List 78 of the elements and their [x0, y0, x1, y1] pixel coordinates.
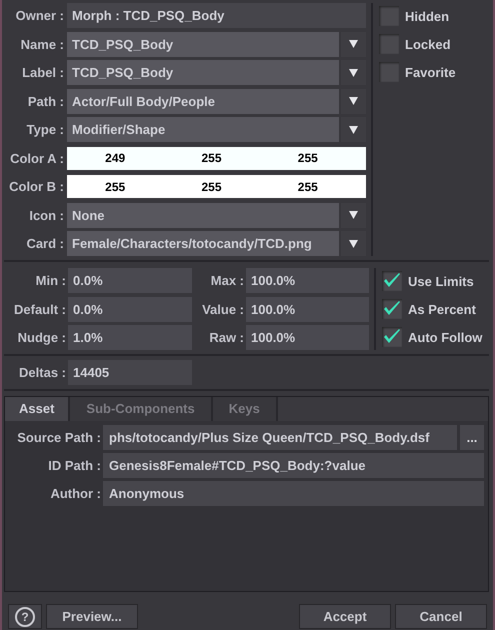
- field-label: Owner :: [14, 7, 64, 25]
- text-field[interactable]: phs/totocandy/Plus Size Queen/TCD_PSQ_Body.dsf: [103, 425, 457, 450]
- color-field[interactable]: 249 255 255: [67, 146, 366, 170]
- color-value: 255: [105, 180, 126, 194]
- checkbox[interactable]: [382, 299, 402, 319]
- check-icon: [383, 301, 401, 317]
- help-button[interactable]: ?: [8, 604, 42, 629]
- field-label: Label :: [21, 64, 64, 82]
- checkbox-label: Use Limits: [408, 274, 474, 288]
- dropdown-button[interactable]: [341, 117, 366, 142]
- caret-icon: [349, 40, 358, 48]
- deltas-field: 14405: [68, 360, 192, 385]
- field-label: Color A :: [9, 150, 64, 168]
- checkbox-label: Favorite: [405, 64, 456, 80]
- field-label: Min :: [34, 272, 66, 290]
- field-label: Default :: [13, 300, 66, 318]
- field-label: ID Path :: [47, 457, 101, 475]
- color-value: 249: [105, 151, 126, 165]
- checkbox[interactable]: [379, 62, 399, 82]
- check-icon: [383, 273, 401, 289]
- number-field[interactable]: 100.0%: [246, 296, 369, 322]
- field-label: Name :: [20, 36, 64, 54]
- checkbox[interactable]: [379, 34, 399, 54]
- dropdown-field[interactable]: TCD_PSQ_Body: [67, 60, 339, 85]
- number-field[interactable]: 1.0%: [68, 325, 192, 350]
- checkbox-label: As Percent: [408, 302, 476, 316]
- field-label: Deltas :: [18, 364, 66, 382]
- color-field[interactable]: 255 255 255: [67, 175, 366, 198]
- dropdown-button[interactable]: [341, 60, 366, 85]
- browse-button[interactable]: ...: [460, 425, 484, 450]
- field-label: Card :: [25, 235, 64, 253]
- checkbox[interactable]: [379, 6, 399, 26]
- caret-icon: [349, 126, 358, 134]
- checkbox[interactable]: [382, 271, 402, 291]
- field-label: Max :: [210, 272, 244, 290]
- check-icon: [383, 329, 401, 345]
- field-label: Nudge :: [16, 329, 66, 347]
- field-label: Author :: [49, 485, 101, 503]
- field-label: Icon :: [28, 206, 64, 224]
- text-field[interactable]: Genesis8Female#TCD_PSQ_Body:?value: [103, 453, 484, 478]
- color-value: 255: [298, 151, 318, 165]
- field-label: Color B :: [8, 178, 64, 196]
- dropdown-field[interactable]: Actor/Full Body/People: [67, 88, 339, 114]
- field-label: Value :: [201, 300, 244, 318]
- caret-icon: [349, 68, 358, 76]
- checkbox[interactable]: [382, 327, 402, 347]
- field-label: Raw :: [208, 329, 244, 347]
- dropdown-field[interactable]: Female/Characters/totocandy/TCD.png: [67, 231, 339, 256]
- number-field[interactable]: 100.0%: [246, 325, 369, 350]
- dropdown-button[interactable]: [341, 202, 366, 228]
- dropdown-button[interactable]: [341, 32, 366, 56]
- caret-icon: [349, 97, 358, 105]
- color-value: 255: [201, 151, 222, 165]
- checkbox-label: Auto Follow: [408, 330, 482, 344]
- accept-button[interactable]: Accept: [299, 604, 391, 629]
- dropdown-field[interactable]: None: [67, 202, 339, 228]
- preview-button[interactable]: Preview...: [46, 604, 138, 629]
- color-value: 255: [201, 180, 222, 194]
- dropdown-button[interactable]: [341, 88, 366, 114]
- dropdown-button[interactable]: [341, 231, 366, 256]
- dropdown-field[interactable]: Modifier/Shape: [67, 117, 339, 142]
- number-field[interactable]: 100.0%: [246, 268, 369, 293]
- number-field[interactable]: 0.0%: [68, 296, 192, 322]
- field-label: Type :: [26, 121, 64, 139]
- text-field[interactable]: Anonymous: [103, 481, 484, 506]
- field-label: Source Path :: [16, 429, 101, 447]
- tab[interactable]: Asset: [5, 397, 70, 421]
- caret-icon: [349, 240, 358, 248]
- cancel-button[interactable]: Cancel: [395, 604, 487, 629]
- owner-field: Morph : TCD_PSQ_Body: [67, 3, 366, 28]
- help-icon: ?: [15, 606, 35, 626]
- field-label: Path :: [26, 92, 64, 110]
- number-field[interactable]: 0.0%: [68, 268, 192, 293]
- color-value: 255: [298, 180, 318, 194]
- checkbox-label: Hidden: [405, 8, 450, 24]
- caret-icon: [349, 211, 358, 219]
- checkbox-label: Locked: [405, 36, 451, 52]
- dropdown-field[interactable]: TCD_PSQ_Body: [67, 32, 339, 56]
